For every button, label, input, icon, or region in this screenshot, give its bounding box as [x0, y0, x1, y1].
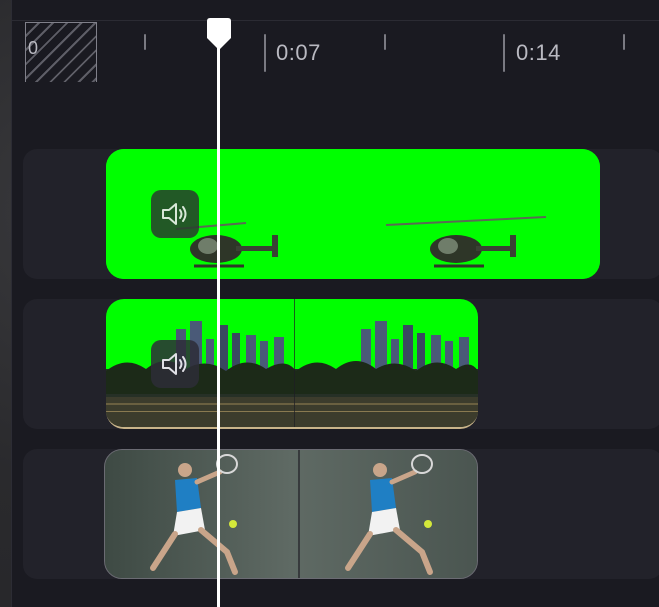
city-skyline-clip[interactable] [106, 299, 478, 429]
speaker-icon[interactable] [151, 340, 199, 388]
ruler-tick [623, 34, 625, 50]
ruler-top-border [12, 20, 659, 21]
ruler-label-start: 0 [28, 38, 39, 58]
playhead-handle-icon[interactable] [204, 18, 234, 52]
app-background: 0 0:07 0:14 [0, 0, 659, 607]
tennis-player-clip[interactable] [104, 449, 478, 579]
clip-frame-divider [294, 299, 295, 427]
ruler-label: 0:07 [276, 40, 321, 65]
ruler-tick [144, 34, 146, 50]
ruler-tick [264, 34, 266, 72]
ruler-label: 0:14 [516, 40, 561, 65]
helicopter-clip[interactable] [106, 149, 600, 279]
speaker-icon[interactable] [151, 190, 199, 238]
ruler-tick [503, 34, 505, 72]
playhead-line[interactable] [217, 40, 220, 607]
timeline-ruler[interactable]: 0 0:07 0:14 [12, 0, 659, 90]
ruler-tick [384, 34, 386, 50]
tennis-player-thumbnail [105, 450, 477, 578]
timeline-panel: 0 0:07 0:14 [11, 0, 659, 607]
